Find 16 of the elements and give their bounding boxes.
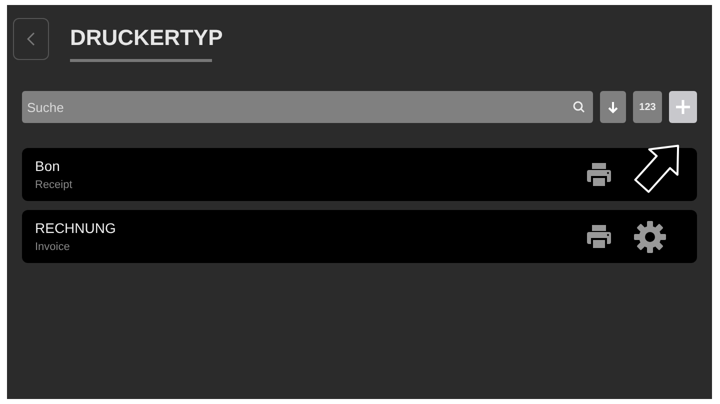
printer-type-name: RECHNUNG <box>35 220 117 236</box>
printer-type-row[interactable]: RECHNUNG Invoice <box>22 210 697 263</box>
printer-icon[interactable] <box>585 160 613 188</box>
printer-type-description: Receipt <box>35 178 74 192</box>
printer-type-row[interactable]: Bon Receipt <box>22 148 697 201</box>
back-icon <box>27 32 35 46</box>
search-field[interactable]: Suche <box>22 91 593 123</box>
search-icon <box>573 101 585 113</box>
printer-icon[interactable] <box>585 222 613 250</box>
down-arrow-icon <box>608 100 618 114</box>
settings-icon[interactable] <box>633 220 667 254</box>
printer-type-name: Bon <box>35 158 61 174</box>
printer-type-description: Invoice <box>35 240 71 254</box>
plus-icon <box>676 100 690 114</box>
page-title: DRUCKERTYP <box>70 24 223 52</box>
sort-button[interactable] <box>600 91 626 123</box>
